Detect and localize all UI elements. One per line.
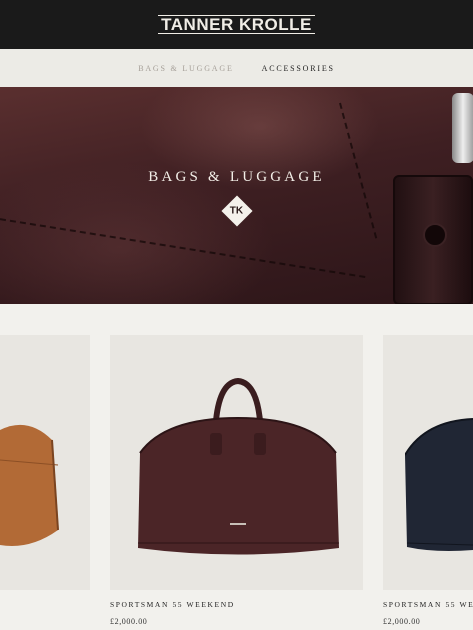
nav-item-bags-luggage[interactable]: BAGS & LUGGAGE <box>138 64 233 73</box>
tan-bag-image <box>0 424 59 546</box>
nav-item-accessories[interactable]: ACCESSORIES <box>262 64 335 73</box>
monogram-icon: TK <box>221 195 253 227</box>
brand-logo[interactable]: TANNER KROLLE <box>158 15 315 34</box>
product-card[interactable] <box>110 335 363 590</box>
rivet-icon <box>423 223 447 247</box>
navy-bag-image <box>405 418 473 551</box>
product-card[interactable] <box>383 335 473 590</box>
stitch-line <box>0 215 366 278</box>
product-price: £2,000.00 <box>383 617 421 626</box>
burgundy-bag-image <box>138 377 339 555</box>
product-price: £2,000.00 <box>110 617 148 626</box>
product-name[interactable]: SPORTSMAN 55 WEEKEND <box>110 600 235 609</box>
product-card[interactable] <box>0 335 90 590</box>
site-header: TANNER KROLLE <box>0 0 473 49</box>
hero-banner: BAGS & LUGGAGE TK <box>0 87 473 304</box>
product-name[interactable]: SPORTSMAN 55 WEE <box>383 600 473 609</box>
hero-title: BAGS & LUGGAGE <box>148 169 325 185</box>
category-nav: BAGS & LUGGAGE ACCESSORIES <box>0 49 473 87</box>
zipper-pull-icon <box>452 93 473 163</box>
